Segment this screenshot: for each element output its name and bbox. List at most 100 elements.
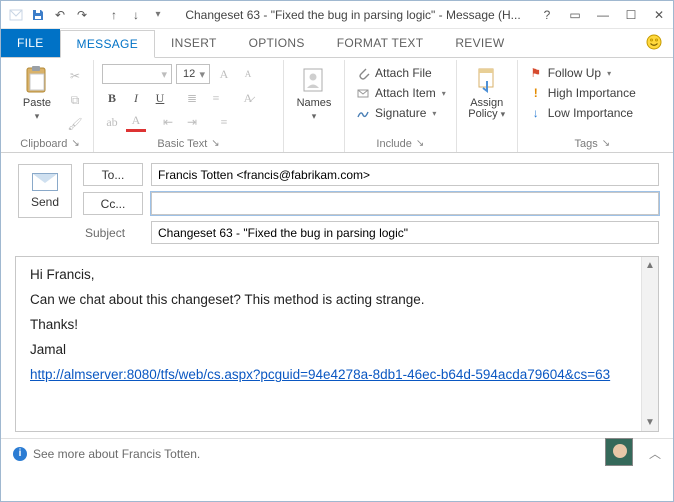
- font-color-icon[interactable]: A: [126, 112, 146, 132]
- clipboard-icon: [21, 64, 53, 96]
- policy-icon: [471, 64, 503, 96]
- people-pane-text[interactable]: See more about Francis Totten.: [33, 447, 200, 461]
- low-importance-button[interactable]: ↓ Low Importance: [526, 104, 638, 122]
- signature-icon: [355, 105, 371, 121]
- cut-icon[interactable]: ✂: [65, 66, 85, 86]
- redo-icon[interactable]: ↷: [73, 6, 91, 24]
- underline-icon[interactable]: U: [150, 88, 170, 108]
- clipboard-group-label: Clipboard: [20, 138, 67, 150]
- bold-icon[interactable]: B: [102, 88, 122, 108]
- highlight-icon[interactable]: ab: [102, 112, 122, 132]
- qat-customize-icon[interactable]: ▾: [149, 6, 167, 24]
- dialog-launcher-icon[interactable]: ↘: [416, 138, 424, 150]
- follow-up-button[interactable]: ⚑ Follow Up ▾: [526, 64, 638, 82]
- to-field[interactable]: [151, 163, 659, 186]
- dialog-launcher-icon[interactable]: ↘: [211, 138, 219, 150]
- numbering-icon[interactable]: ≡: [206, 88, 226, 108]
- body-thanks: Thanks!: [30, 317, 644, 332]
- send-button[interactable]: Send: [18, 164, 72, 218]
- group-basic-text: ▾ 12▾ A A B I U ≣ ≡ A̷ ab A: [94, 60, 284, 152]
- address-book-icon: [298, 64, 330, 96]
- assign-policy-button[interactable]: AssignPolicy ▾: [465, 64, 509, 120]
- cc-button[interactable]: Cc...: [83, 192, 143, 215]
- body-signature: Jamal: [30, 342, 644, 357]
- message-header: Send To... Cc... Subject: [1, 153, 673, 250]
- tab-insert[interactable]: INSERT: [155, 29, 233, 57]
- dropdown-icon: ▾: [35, 111, 40, 122]
- ribbon: Paste ▾ ✂ ⧉ 🖌 Clipboard ↘ ▾ 12▾ A A B: [1, 57, 673, 153]
- arrow-down-icon: ↓: [528, 105, 544, 121]
- undo-icon[interactable]: ↶: [51, 6, 69, 24]
- attach-item-icon: [355, 85, 371, 101]
- font-name-combo[interactable]: ▾: [102, 64, 172, 84]
- body-link[interactable]: http://almserver:8080/tfs/web/cs.aspx?pc…: [30, 367, 610, 382]
- italic-icon[interactable]: I: [126, 88, 146, 108]
- align-icon[interactable]: ≡: [214, 112, 234, 132]
- tab-file[interactable]: FILE: [1, 29, 60, 57]
- body-line: Can we chat about this changeset? This m…: [30, 292, 644, 307]
- to-button[interactable]: To...: [83, 163, 143, 186]
- scroll-down-icon[interactable]: ▼: [642, 414, 658, 431]
- scroll-up-icon[interactable]: ▲: [642, 257, 658, 274]
- group-assign-policy: AssignPolicy ▾ .: [457, 60, 518, 152]
- help-button[interactable]: ?: [533, 4, 561, 26]
- group-include: Attach File Attach Item ▾ Signature ▾: [345, 60, 457, 152]
- group-tags: ⚑ Follow Up ▾ ! High Importance ↓ Low Im…: [518, 60, 667, 152]
- minimize-button[interactable]: —: [589, 4, 617, 26]
- people-pane: i See more about Francis Totten. ︿: [1, 438, 673, 468]
- maximize-button[interactable]: ☐: [617, 4, 645, 26]
- clear-formatting-icon[interactable]: A̷: [238, 88, 258, 108]
- signature-button[interactable]: Signature ▾: [353, 104, 448, 122]
- app-icon: [7, 6, 25, 24]
- font-size-combo[interactable]: 12▾: [176, 64, 210, 84]
- smiley-icon[interactable]: [645, 33, 663, 51]
- cc-field[interactable]: [151, 192, 659, 215]
- format-painter-icon[interactable]: 🖌: [65, 114, 85, 134]
- subject-field[interactable]: [151, 221, 659, 244]
- scrollbar[interactable]: ▲ ▼: [641, 257, 658, 431]
- high-importance-button[interactable]: ! High Importance: [526, 84, 638, 102]
- copy-icon[interactable]: ⧉: [65, 90, 85, 110]
- bullets-icon[interactable]: ≣: [182, 88, 202, 108]
- quick-access-toolbar: ↶ ↷ ↑ ↓ ▾: [1, 6, 173, 24]
- tab-options[interactable]: OPTIONS: [233, 29, 321, 57]
- include-group-label: Include: [376, 138, 411, 150]
- tab-format-text[interactable]: FORMAT TEXT: [321, 29, 440, 57]
- names-button[interactable]: Names ▾: [292, 64, 336, 122]
- group-names: Names ▾ .: [284, 60, 345, 152]
- dropdown-icon: ▾: [312, 111, 317, 122]
- paperclip-icon: [355, 65, 371, 81]
- attach-file-button[interactable]: Attach File: [353, 64, 448, 82]
- ribbon-tabs: FILE MESSAGE INSERT OPTIONS FORMAT TEXT …: [1, 29, 673, 57]
- basic-text-group-label: Basic Text: [157, 138, 207, 150]
- subject-label: Subject: [83, 226, 143, 240]
- shrink-font-icon[interactable]: A: [238, 64, 258, 84]
- exclamation-icon: !: [528, 85, 544, 101]
- body-greeting: Hi Francis,: [30, 267, 644, 282]
- grow-font-icon[interactable]: A: [214, 64, 234, 84]
- window-controls: ? ▭ — ☐ ✕: [533, 4, 673, 26]
- dialog-launcher-icon[interactable]: ↘: [71, 138, 79, 150]
- group-clipboard: Paste ▾ ✂ ⧉ 🖌 Clipboard ↘: [7, 60, 94, 152]
- decrease-indent-icon[interactable]: ⇤: [158, 112, 178, 132]
- save-icon[interactable]: [29, 6, 47, 24]
- title-bar: ↶ ↷ ↑ ↓ ▾ Changeset 63 - "Fixed the bug …: [1, 1, 673, 29]
- next-item-icon[interactable]: ↓: [127, 6, 145, 24]
- info-icon: i: [13, 447, 27, 461]
- envelope-icon: [32, 173, 58, 191]
- prev-item-icon[interactable]: ↑: [105, 6, 123, 24]
- tags-group-label: Tags: [575, 138, 598, 150]
- contact-avatar[interactable]: [605, 438, 633, 466]
- dialog-launcher-icon[interactable]: ↘: [602, 138, 610, 150]
- attach-item-button[interactable]: Attach Item ▾: [353, 84, 448, 102]
- paste-button[interactable]: Paste ▾: [15, 64, 59, 122]
- expand-people-pane-icon[interactable]: ︿: [649, 445, 661, 462]
- close-button[interactable]: ✕: [645, 4, 673, 26]
- ribbon-display-button[interactable]: ▭: [561, 4, 589, 26]
- window-title: Changeset 63 - "Fixed the bug in parsing…: [173, 8, 533, 22]
- message-body[interactable]: Hi Francis, Can we chat about this chang…: [15, 256, 659, 432]
- increase-indent-icon[interactable]: ⇥: [182, 112, 202, 132]
- tab-message[interactable]: MESSAGE: [60, 30, 155, 58]
- tab-review[interactable]: REVIEW: [439, 29, 520, 57]
- flag-icon: ⚑: [528, 65, 544, 81]
